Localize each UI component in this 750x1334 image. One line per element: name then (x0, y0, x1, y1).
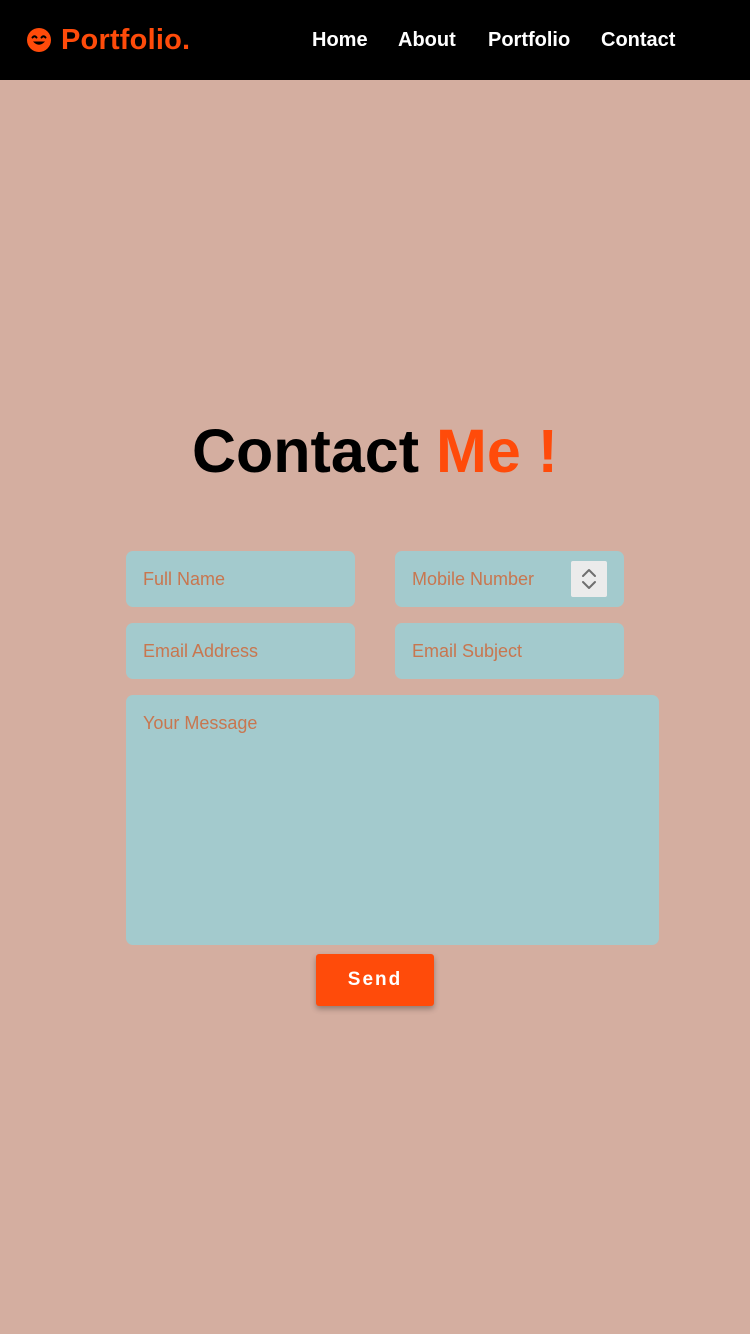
page-title-main: Contact (191, 417, 420, 485)
page-title: Contact Me ! (0, 418, 750, 484)
email-subject-input[interactable] (395, 623, 624, 679)
number-spinner[interactable] (571, 561, 607, 597)
email-address-input[interactable] (126, 623, 355, 679)
brand-logo-link[interactable]: Portfolio. (26, 22, 190, 58)
navbar: Portfolio. Home About Portfolio Contact (0, 0, 750, 80)
smiley-face-icon (26, 27, 52, 53)
full-name-input[interactable] (126, 551, 355, 607)
nav-link-about[interactable]: About (398, 28, 456, 52)
send-button[interactable]: Send (316, 954, 434, 1006)
message-textarea[interactable] (126, 695, 659, 945)
brand-name: Portfolio. (61, 23, 191, 56)
nav-link-portfolio[interactable]: Portfolio (488, 28, 570, 52)
nav-link-contact[interactable]: Contact (601, 28, 675, 52)
page-title-accent: Me ! (436, 417, 558, 485)
nav-link-home[interactable]: Home (312, 28, 368, 52)
